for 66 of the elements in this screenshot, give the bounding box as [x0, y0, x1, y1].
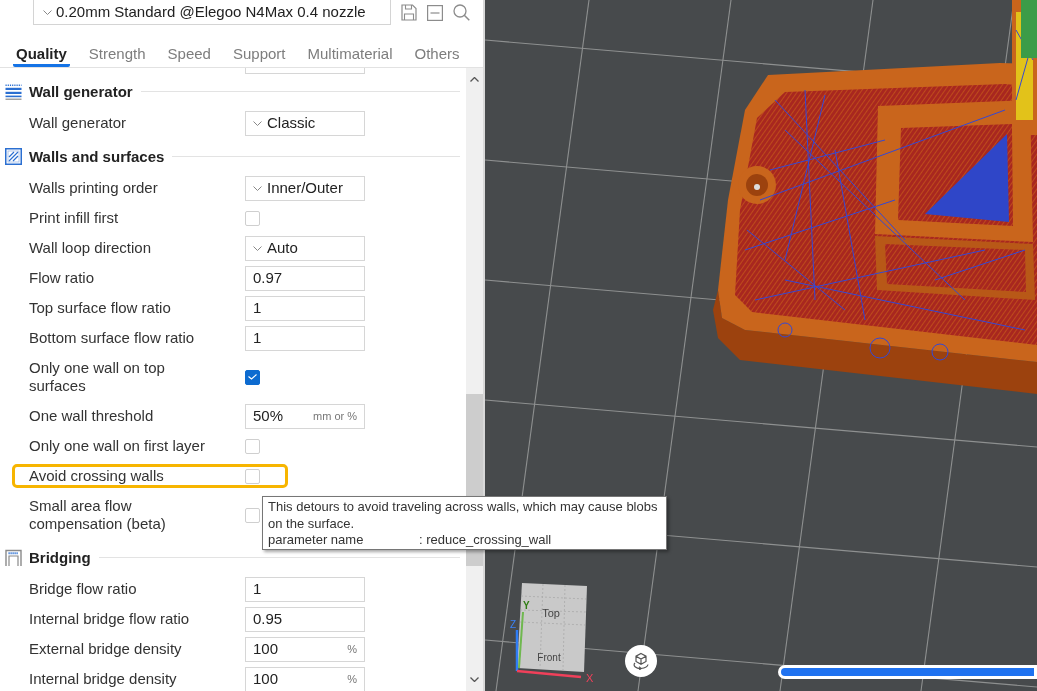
chevron-down-icon — [43, 9, 52, 15]
layers-icon — [5, 83, 22, 100]
setting-label: Only one wall on first layer — [29, 437, 205, 454]
chevron-down-icon — [253, 245, 262, 251]
dropdown[interactable]: Classic — [245, 110, 365, 136]
minus-square-icon[interactable] — [427, 4, 443, 21]
setting-label: Flow ratio — [29, 269, 95, 286]
dropdown[interactable]: Auto — [245, 235, 365, 261]
setting-label: Bridge flow ratio — [29, 580, 137, 597]
unit-label: % — [347, 672, 357, 686]
scroll-down-icon[interactable] — [470, 677, 479, 682]
number-field[interactable]: 0.95 — [245, 606, 365, 632]
axis-label: X — [586, 672, 594, 684]
setting-label: Print infill first — [29, 209, 119, 226]
scroll-up-icon[interactable] — [470, 77, 479, 82]
rotate-view-button[interactable] — [625, 645, 657, 677]
bridge-icon — [5, 549, 22, 566]
checkbox[interactable] — [245, 369, 260, 385]
preset-dropdown[interactable]: 0.20mm Standard @Elegoo N4Max 0.4 nozzle — [33, 0, 391, 25]
number-field[interactable]: 50% mm or % — [245, 403, 365, 429]
axis-lines — [515, 611, 582, 679]
tab[interactable]: Others — [411, 43, 463, 67]
setting-label: Internal bridge density — [29, 670, 177, 687]
setting-label: Bottom surface flow ratio — [29, 329, 195, 346]
section-title: Walls and surfaces — [29, 147, 165, 166]
cube-rotate-icon — [632, 652, 650, 670]
number-field[interactable]: 100 % — [245, 666, 365, 691]
axis-label: Y — [523, 600, 530, 611]
view-cube-label: Top — [542, 607, 560, 619]
section-title: Wall generator — [29, 82, 133, 101]
setting-label: Small area flow compensation (beta) — [29, 497, 166, 532]
hatched-square-icon — [5, 148, 22, 165]
number-field[interactable]: 1 — [245, 325, 365, 351]
setting-label: Only one wall on top surfaces — [29, 359, 165, 394]
tab[interactable]: Support — [229, 43, 289, 67]
view-cube[interactable] — [517, 583, 587, 672]
chevron-down-icon — [253, 185, 262, 191]
number-field[interactable]: 0.97 — [245, 265, 365, 291]
setting-label: One wall threshold — [29, 407, 154, 424]
chevron-down-icon — [253, 120, 262, 126]
dropdown[interactable]: Inner/Outer — [245, 175, 365, 201]
tooltip-text: This detours to avoid traveling across walls, which may cause blobs on the surface. — [268, 499, 658, 531]
setting-label: Internal bridge flow ratio — [29, 610, 190, 627]
tab[interactable]: Speed — [164, 43, 214, 67]
setting-label: Avoid crossing walls — [29, 467, 164, 484]
search-icon[interactable] — [453, 4, 470, 21]
parameter-label: parameter name — [268, 532, 364, 547]
view-cube-label: Front — [537, 652, 561, 663]
tab[interactable]: Quality — [13, 43, 70, 67]
setting-label: Wall generator — [29, 114, 126, 131]
number-field[interactable]: 1 — [245, 576, 365, 602]
unit-label: mm or % — [313, 409, 357, 423]
axis-label: Z — [510, 619, 517, 630]
setting-label: Top surface flow ratio — [29, 299, 171, 316]
unit-label: % — [347, 642, 357, 656]
checkmark-icon — [248, 374, 257, 380]
save-icon[interactable] — [401, 4, 417, 21]
setting-label: External bridge density — [29, 640, 182, 657]
setting-label: Walls printing order — [29, 179, 158, 196]
section-title: Bridging — [29, 548, 91, 567]
tab[interactable]: Multimaterial — [304, 43, 396, 67]
tab[interactable]: Strength — [85, 43, 149, 67]
number-field[interactable]: 100 % — [245, 636, 365, 662]
number-field[interactable]: 1 — [245, 295, 365, 321]
setting-label: Wall loop direction — [29, 239, 151, 256]
parameter-value: : reduce_crossing_wall — [419, 532, 552, 549]
